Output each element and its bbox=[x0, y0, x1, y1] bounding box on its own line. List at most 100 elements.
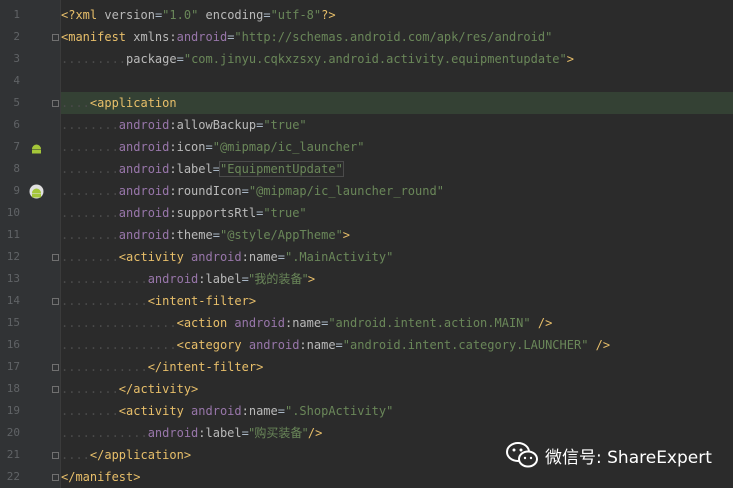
code-token: = bbox=[176, 52, 184, 66]
code-token: :theme bbox=[169, 228, 213, 242]
android-round-icon[interactable] bbox=[29, 184, 44, 199]
code-token: ........ bbox=[61, 228, 119, 242]
code-token: = bbox=[277, 250, 285, 264]
line-number: 13 bbox=[6, 272, 20, 285]
fold-marker-icon[interactable] bbox=[52, 100, 59, 107]
code-token: ........ bbox=[61, 382, 119, 396]
code-line[interactable]: ................<category android:name="… bbox=[61, 334, 733, 356]
code-token: <action bbox=[176, 316, 235, 330]
code-token: version bbox=[104, 8, 155, 22]
code-line[interactable]: ........<activity android:name=".ShopAct… bbox=[61, 400, 733, 422]
line-number: 3 bbox=[13, 52, 20, 65]
line-number: 19 bbox=[6, 404, 20, 417]
watermark-text: 微信号: ShareExpert bbox=[545, 447, 712, 468]
code-token: "@mipmap/ic_launcher" bbox=[212, 140, 365, 154]
code-token: > bbox=[566, 52, 574, 66]
fold-marker-icon[interactable] bbox=[52, 364, 59, 371]
line-number: 11 bbox=[6, 228, 20, 241]
line-number: 2 bbox=[13, 30, 20, 43]
code-line[interactable]: ....<application bbox=[61, 92, 733, 114]
code-token: ........ bbox=[61, 250, 119, 264]
code-line[interactable]: ............</intent-filter> bbox=[61, 356, 733, 378]
code-line[interactable]: ........android:allowBackup="true" bbox=[61, 114, 733, 136]
editor-gutter: 1 2 3 4 5 6 7 8 9 10 11 12 13 14 15 16 17 18 19 20 21 22 bbox=[0, 0, 61, 488]
line-number: 18 bbox=[6, 382, 20, 395]
code-token: ........ bbox=[61, 162, 119, 176]
code-editor[interactable]: 1 2 3 4 5 6 7 8 9 10 11 12 13 14 15 16 17 18 19 20 21 22 <?xm… bbox=[0, 0, 733, 488]
code-token: "android.intent.category.LAUNCHER" bbox=[342, 338, 589, 352]
code-token: = bbox=[241, 184, 249, 198]
fold-marker-icon[interactable] bbox=[52, 254, 59, 261]
code-token: </manifest> bbox=[61, 470, 141, 484]
code-token: .... bbox=[61, 96, 90, 110]
code-token: = bbox=[241, 272, 249, 286]
code-token: ........ bbox=[61, 404, 119, 418]
code-token: android bbox=[147, 426, 199, 440]
code-token: :label bbox=[169, 162, 213, 176]
line-number: 1 bbox=[13, 8, 20, 21]
code-token: = bbox=[241, 426, 249, 440]
wechat-logo-icon bbox=[506, 442, 538, 468]
code-token: <activity bbox=[118, 250, 192, 264]
code-token: ......... bbox=[61, 52, 127, 66]
code-token: "@style/AppTheme" bbox=[219, 228, 343, 242]
line-number: 4 bbox=[13, 74, 20, 87]
code-line[interactable]: ............android:label="我的装备"> bbox=[61, 268, 733, 290]
code-line[interactable]: ........android:theme="@style/AppTheme"> bbox=[61, 224, 733, 246]
code-token: ........ bbox=[61, 140, 119, 154]
code-token: "1.0" bbox=[162, 8, 199, 22]
code-line[interactable]: ........android:roundIcon="@mipmap/ic_la… bbox=[61, 180, 733, 202]
code-token: <manifest bbox=[61, 30, 134, 44]
code-token: ".MainActivity" bbox=[284, 250, 394, 264]
line-number: 8 bbox=[13, 162, 20, 175]
code-token: android bbox=[118, 162, 170, 176]
code-token: > bbox=[342, 228, 351, 242]
code-token: android bbox=[191, 250, 242, 264]
code-token: <application bbox=[89, 96, 177, 110]
code-line[interactable]: ........</activity> bbox=[61, 378, 733, 400]
code-token: = bbox=[263, 8, 271, 22]
android-icon[interactable] bbox=[29, 140, 44, 155]
code-token: </activity> bbox=[118, 382, 199, 396]
code-token: ........ bbox=[61, 184, 119, 198]
code-line[interactable]: ........android:label="EquipmentUpdate" bbox=[61, 158, 733, 180]
code-token: :label bbox=[198, 272, 242, 286]
code-token: = bbox=[212, 228, 220, 242]
fold-marker-icon[interactable] bbox=[52, 452, 59, 459]
code-token: /> bbox=[307, 426, 323, 440]
code-token: /> bbox=[530, 316, 553, 330]
code-token: "com.jinyu.cqkxzsxy.android.activity.equ… bbox=[183, 52, 567, 66]
code-area[interactable]: <?xml version="1.0" encoding="utf-8"?> <m… bbox=[61, 0, 733, 488]
code-token: xmlns: bbox=[133, 30, 177, 44]
code-token: android bbox=[118, 140, 170, 154]
fold-marker-icon[interactable] bbox=[52, 474, 59, 481]
code-token: :allowBackup bbox=[169, 118, 257, 132]
code-line[interactable]: ................<action android:name="an… bbox=[61, 312, 733, 334]
code-line[interactable]: ........android:supportsRtl="true" bbox=[61, 202, 733, 224]
code-token: :name bbox=[241, 250, 278, 264]
code-line[interactable] bbox=[61, 70, 733, 92]
code-token: "utf-8" bbox=[270, 8, 322, 22]
code-line[interactable]: ........android:icon="@mipmap/ic_launche… bbox=[61, 136, 733, 158]
code-token: "我的装备" bbox=[248, 272, 308, 286]
code-line[interactable]: ........<activity android:name=".MainAct… bbox=[61, 246, 733, 268]
code-token: = bbox=[205, 140, 213, 154]
code-token: <activity bbox=[118, 404, 192, 418]
fold-marker-icon[interactable] bbox=[52, 298, 59, 305]
code-line[interactable]: .........package="com.jinyu.cqkxzsxy.and… bbox=[61, 48, 733, 70]
code-token: ............ bbox=[61, 426, 148, 440]
code-line[interactable]: ............<intent-filter> bbox=[61, 290, 733, 312]
code-token: android bbox=[234, 316, 285, 330]
code-token: "true" bbox=[263, 118, 307, 132]
code-line[interactable]: <manifest xmlns:android="http://schemas.… bbox=[61, 26, 733, 48]
code-token: :name bbox=[284, 316, 322, 330]
fold-marker-icon[interactable] bbox=[52, 34, 59, 41]
line-number: 5 bbox=[13, 96, 20, 109]
code-token: ................ bbox=[61, 316, 177, 330]
line-number: 16 bbox=[6, 338, 20, 351]
fold-marker-icon[interactable] bbox=[52, 386, 59, 393]
code-line[interactable]: <?xml version="1.0" encoding="utf-8"?> bbox=[61, 4, 733, 26]
code-token: ".ShopActivity" bbox=[284, 404, 394, 418]
code-token: android bbox=[118, 228, 170, 242]
code-token: = bbox=[277, 404, 285, 418]
